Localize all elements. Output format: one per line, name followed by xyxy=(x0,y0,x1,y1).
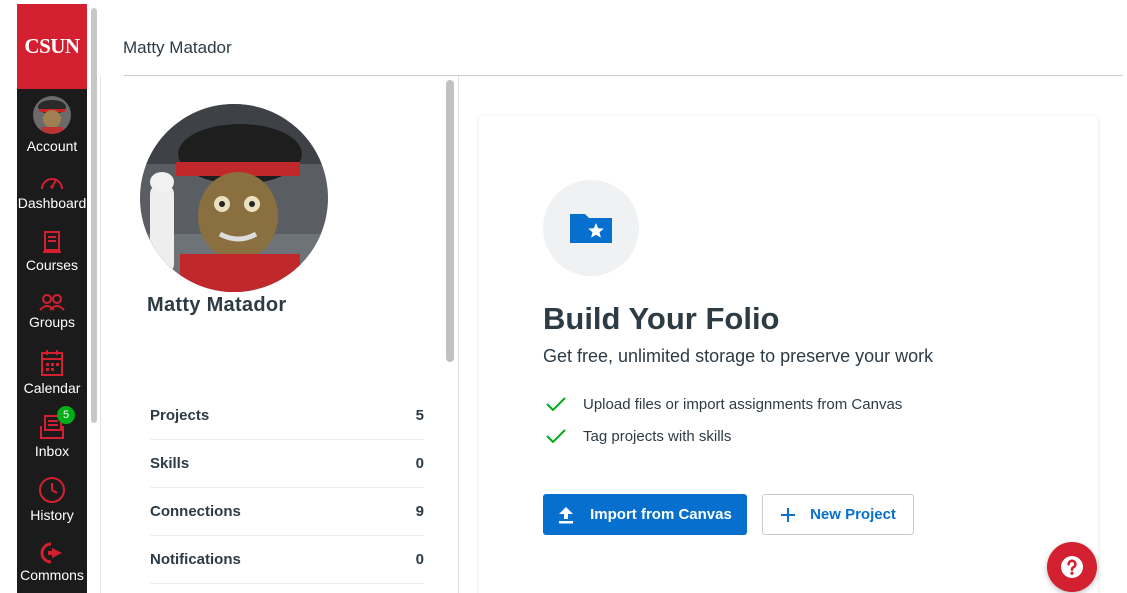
check-icon xyxy=(546,397,566,412)
breadcrumb-user: Matty Matador xyxy=(123,38,232,57)
nav-label-calendar: Calendar xyxy=(23,380,81,396)
nav-item-account[interactable]: Account xyxy=(17,96,87,154)
stat-row-notifications[interactable]: Notifications 0 xyxy=(150,536,424,584)
feature-item: Tag projects with skills xyxy=(545,427,731,445)
groups-icon xyxy=(39,294,65,311)
stat-label: Projects xyxy=(150,407,210,424)
upload-icon xyxy=(559,506,574,523)
nav-label-inbox: Inbox xyxy=(34,443,70,459)
nav-label-groups: Groups xyxy=(29,314,75,330)
plus-icon xyxy=(781,507,796,522)
profile-panel-divider xyxy=(458,76,459,593)
folio-illustration xyxy=(543,180,639,276)
inbox-unread-badge: 5 xyxy=(57,406,75,424)
nav-item-calendar[interactable]: Calendar xyxy=(17,349,87,396)
csun-logo[interactable]: CSUN xyxy=(17,4,87,89)
commons-icon xyxy=(40,542,62,564)
import-button-label: Import from Canvas xyxy=(590,506,732,523)
stat-label: Connections xyxy=(150,503,241,520)
stat-label: Skills xyxy=(150,455,190,472)
stat-row-connections[interactable]: Connections 9 xyxy=(150,488,424,536)
profile-panel-scrollbar[interactable] xyxy=(446,80,454,362)
nav-label-courses: Courses xyxy=(25,257,79,273)
help-button[interactable] xyxy=(1047,542,1097,592)
stat-row-skills[interactable]: Skills 0 xyxy=(150,440,424,488)
history-icon xyxy=(39,477,65,503)
import-from-canvas-button[interactable]: Import from Canvas xyxy=(543,494,747,535)
nav-item-history[interactable]: History xyxy=(17,476,87,523)
card-title: Build Your Folio xyxy=(543,301,780,336)
nav-label-dashboard: Dashboard xyxy=(17,195,87,211)
stat-label: Notifications xyxy=(150,551,241,568)
page-scrollbar[interactable] xyxy=(91,8,97,423)
nav-label-account: Account xyxy=(26,138,78,154)
nav-label-commons: Commons xyxy=(20,567,84,583)
feature-item: Upload files or import assignments from … xyxy=(545,395,902,413)
profile-name: Matty Matador xyxy=(147,294,287,316)
nav-item-commons[interactable]: Commons xyxy=(17,542,87,583)
check-icon xyxy=(546,429,566,444)
question-icon xyxy=(1061,556,1083,578)
feature-text: Upload files or import assignments from … xyxy=(583,395,903,413)
stat-value: 5 xyxy=(415,407,424,424)
card-subtitle: Get free, unlimited storage to preserve … xyxy=(543,346,934,366)
nav-item-dashboard[interactable]: Dashboard xyxy=(17,172,87,211)
new-project-button[interactable]: New Project xyxy=(762,494,914,535)
stat-value: 0 xyxy=(415,455,424,472)
calendar-icon xyxy=(41,350,63,376)
profile-avatar[interactable] xyxy=(140,104,328,292)
nav-label-history: History xyxy=(30,507,74,523)
dashboard-icon xyxy=(41,178,63,190)
courses-icon xyxy=(43,231,61,253)
folder-star-icon xyxy=(570,214,612,243)
new-project-button-label: New Project xyxy=(810,506,896,523)
stat-value: 0 xyxy=(415,551,424,568)
nav-item-groups[interactable]: Groups xyxy=(17,293,87,330)
feature-text: Tag projects with skills xyxy=(583,427,732,445)
stat-value: 9 xyxy=(415,503,424,520)
global-nav: CSUN Account Dashboard Courses Groups Ca… xyxy=(17,4,87,593)
stat-row-projects[interactable]: Projects 5 xyxy=(150,392,424,440)
nav-item-inbox[interactable]: 5 Inbox xyxy=(17,406,87,459)
account-avatar xyxy=(33,96,71,134)
nav-item-courses[interactable]: Courses xyxy=(17,230,87,273)
